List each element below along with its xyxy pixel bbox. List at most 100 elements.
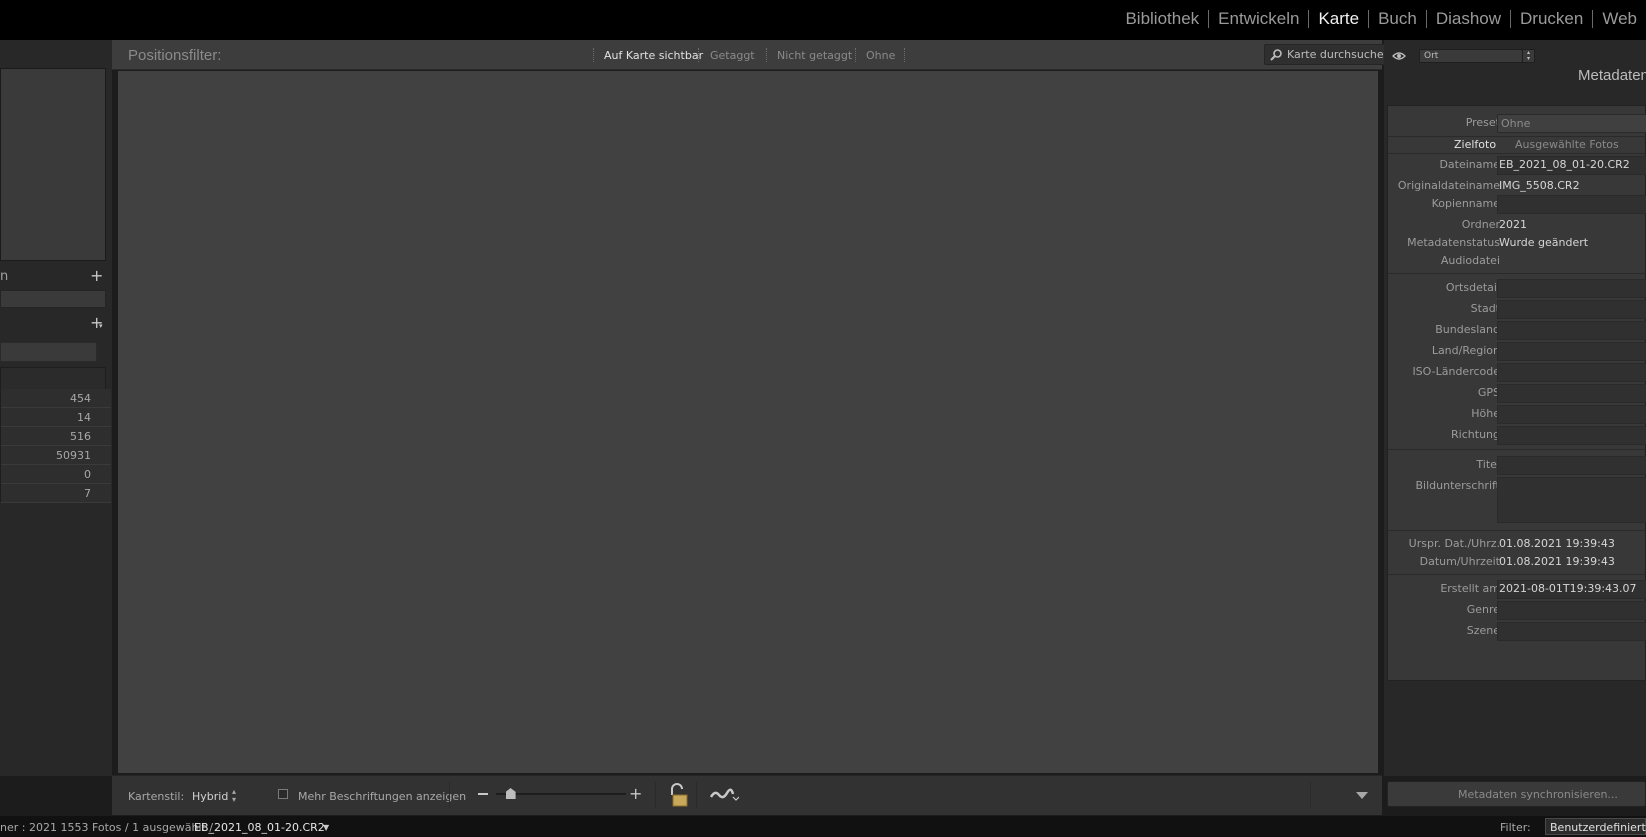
collection-row[interactable]: 0: [1, 465, 111, 484]
toolbar-divider: [696, 782, 697, 808]
metadata-row: ISO-Ländercode: [1388, 362, 1646, 382]
collection-count: 7: [84, 487, 91, 500]
metadata-value[interactable]: 2021-08-01T19:39:43.07: [1499, 582, 1637, 595]
filmstrip-status-bar: ner : 2021 1553 Fotos / 1 ausgewählt / E…: [0, 816, 1646, 837]
metadata-value: IMG_5508.CR2: [1499, 179, 1580, 192]
zoom-slider-thumb[interactable]: [505, 788, 516, 799]
lightroom-map-module: Bibliothek Entwickeln Karte Buch Diashow Druc…: [0, 0, 1646, 837]
left-panel: n + + ▾ 454 14 516 50931 0 7: [0, 40, 112, 776]
module-web[interactable]: Web: [1593, 9, 1646, 29]
metadata-label: Dateiname: [1439, 158, 1500, 171]
chevron-down-icon[interactable]: ▼: [323, 823, 329, 832]
filter-tab-none[interactable]: Ohne: [866, 49, 895, 62]
more-labels-checkbox[interactable]: [278, 789, 288, 799]
zoom-out-icon[interactable]: [478, 793, 488, 795]
metadata-field[interactable]: [1497, 384, 1646, 403]
section-divider: [1388, 530, 1646, 531]
search-icon: [1270, 49, 1282, 61]
module-karte[interactable]: Karte: [1309, 9, 1368, 29]
metadata-row: Originaldateiname IMG_5508.CR2: [1388, 176, 1646, 196]
collection-count: 50931: [56, 449, 91, 462]
filter-tab-tagged[interactable]: Getaggt: [710, 49, 755, 62]
metadata-label: Urspr. Dat./Uhrz.: [1408, 537, 1500, 550]
caption-row: Bildunterschrift: [1388, 476, 1646, 526]
metadata-field[interactable]: [1497, 279, 1646, 298]
tracklog-icon[interactable]: [709, 788, 739, 802]
metadata-field[interactable]: [1497, 405, 1646, 424]
collection-row[interactable]: 516: [1, 427, 111, 446]
chevron-down-icon: ▾: [99, 322, 103, 330]
add-location-icon[interactable]: +: [90, 266, 103, 285]
zoom-slider[interactable]: [496, 788, 626, 799]
metadata-value[interactable]: EB_2021_08_01-20.CR2: [1499, 158, 1630, 171]
metadata-row: Höhe: [1388, 404, 1646, 424]
eye-icon[interactable]: [1392, 51, 1406, 61]
metadata-row: Urspr. Dat./Uhrz. 01.08.2021 19:39:43: [1388, 534, 1646, 554]
metadata-row: Ordner 2021: [1388, 215, 1646, 235]
module-buch[interactable]: Buch: [1369, 9, 1426, 29]
filter-tab-visible-on-map[interactable]: Auf Karte sichtbar: [604, 49, 703, 62]
select-stepper-icon: ▴ ▾: [1522, 50, 1534, 62]
metadata-label: Richtung: [1451, 428, 1500, 441]
preset-select[interactable]: Ohne: [1497, 114, 1646, 133]
metadata-row: Land/Region: [1388, 341, 1646, 361]
collection-row[interactable]: 50931: [1, 446, 111, 465]
saved-locations-title: n: [0, 269, 9, 284]
collections-header: + ▾: [0, 313, 112, 332]
metadata-field[interactable]: [1497, 321, 1646, 340]
metadata-field[interactable]: [1497, 363, 1646, 382]
metadata-label: Szene: [1466, 624, 1500, 637]
metadata-label: Originaldateiname: [1397, 179, 1500, 192]
filter-tab-untagged[interactable]: Nicht getaggt: [777, 49, 852, 62]
metadata-field[interactable]: [1497, 622, 1646, 641]
collection-count: 454: [70, 392, 91, 405]
metadata-label: Bundesland: [1435, 323, 1500, 336]
map-view[interactable]: [118, 71, 1378, 773]
metadata-field[interactable]: [1497, 601, 1646, 620]
metadata-value: 01.08.2021 19:39:43: [1499, 537, 1615, 550]
tab-target-photo[interactable]: Zielfoto: [1454, 138, 1496, 151]
metadata-row: Stadt: [1388, 299, 1646, 319]
saved-locations-search[interactable]: [0, 290, 106, 308]
caption-field[interactable]: [1497, 477, 1646, 523]
metadata-field[interactable]: [1497, 195, 1646, 214]
filter-preset-select[interactable]: Benutzerdefiniert: [1545, 818, 1646, 835]
module-bar: Bibliothek Entwickeln Karte Buch Diashow Druc…: [0, 0, 1646, 40]
metadata-row: Audiodatei: [1388, 251, 1646, 271]
metadata-row: Richtung: [1388, 425, 1646, 445]
metadata-row: Metadatenstatus Wurde geändert: [1388, 233, 1646, 253]
collection-row[interactable]: 7: [1, 484, 111, 503]
sync-metadata-button[interactable]: Metadaten synchronisieren...: [1387, 781, 1646, 807]
metadata-row: Dateiname EB_2021_08_01-20.CR2: [1388, 155, 1646, 175]
tab-selected-photos[interactable]: Ausgewählte Fotos: [1515, 138, 1619, 151]
metadata-label: Audiodatei: [1440, 254, 1500, 267]
module-drucken[interactable]: Drucken: [1511, 9, 1592, 29]
metadata-row: Bundesland: [1388, 320, 1646, 340]
collection-row[interactable]: 14: [1, 408, 111, 427]
current-filename[interactable]: EB_2021_08_01-20.CR2: [194, 821, 325, 834]
metadata-row: Ortsdetail: [1388, 278, 1646, 298]
lock-markers-icon[interactable]: [667, 783, 689, 809]
metadata-field[interactable]: [1497, 342, 1646, 361]
filter-separator: [593, 48, 594, 62]
collection-row[interactable]: 454: [1, 389, 111, 408]
location-filter-label: Positionsfilter:: [128, 47, 222, 64]
metadata-value: 2021: [1499, 218, 1527, 231]
collections-filter-input[interactable]: [0, 342, 97, 362]
module-picker: Bibliothek Entwickeln Karte Buch Diashow Druc…: [1116, 6, 1646, 32]
module-diashow[interactable]: Diashow: [1427, 9, 1510, 29]
metadata-view-select[interactable]: Ort ▴ ▾: [1419, 49, 1535, 63]
module-bibliothek[interactable]: Bibliothek: [1116, 9, 1208, 29]
select-stepper-icon[interactable]: ▴ ▾: [232, 788, 236, 804]
metadata-field[interactable]: [1497, 300, 1646, 319]
toolbar-menu-chevron-icon[interactable]: [1356, 792, 1368, 799]
filter-separator: [904, 48, 905, 62]
title-field[interactable]: [1497, 456, 1646, 475]
metadata-field[interactable]: [1497, 426, 1646, 445]
metadata-panel-title[interactable]: Metadaten: [1578, 67, 1646, 84]
metadata-label: Höhe: [1471, 407, 1500, 420]
zoom-in-icon[interactable]: +: [629, 784, 642, 803]
map-style-select[interactable]: Hybrid: [192, 790, 228, 803]
metadata-value: 01.08.2021 19:39:43: [1499, 555, 1615, 568]
module-entwickeln[interactable]: Entwickeln: [1209, 9, 1308, 29]
